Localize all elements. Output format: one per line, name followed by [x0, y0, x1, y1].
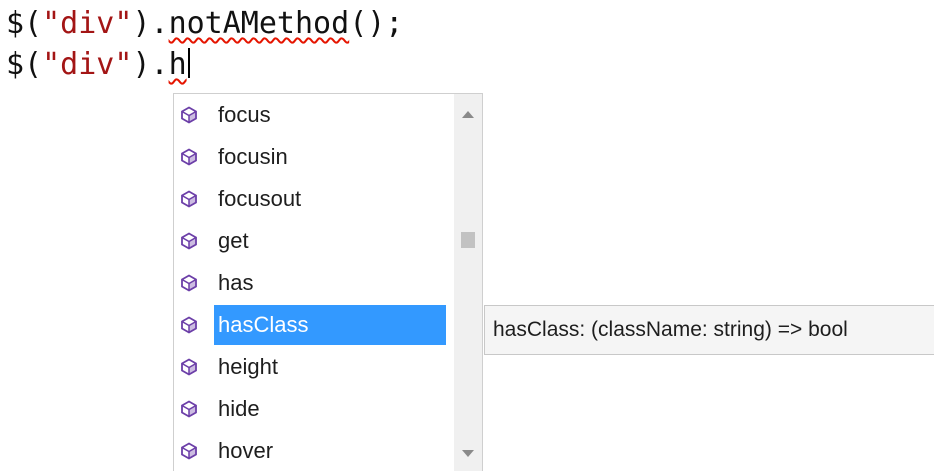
- completion-list[interactable]: focus focusin focusout get has hasClass height…: [173, 93, 483, 471]
- code-token-dot: ).: [132, 6, 169, 41]
- method-cube-icon: [178, 146, 200, 168]
- code-editor[interactable]: $("div").notAMethod(); $("div").h focus f…: [0, 0, 934, 471]
- method-cube-icon: [178, 104, 200, 126]
- completion-item-focus[interactable]: focus: [174, 94, 454, 136]
- code-token-call: ();: [349, 6, 404, 41]
- method-cube-icon: [178, 230, 200, 252]
- code-token-error-method: notAMethod: [168, 6, 350, 41]
- code-token-typed: h: [168, 47, 187, 82]
- scroll-down-button[interactable]: [454, 440, 482, 468]
- completion-scrollbar[interactable]: [454, 94, 482, 471]
- completion-item-label: hasClass: [214, 305, 446, 345]
- completion-item-has[interactable]: has: [174, 262, 454, 304]
- completion-item-focusout[interactable]: focusout: [174, 178, 454, 220]
- chevron-up-icon: [462, 111, 474, 118]
- completion-item-label: has: [218, 270, 254, 295]
- completion-item-height[interactable]: height: [174, 346, 454, 388]
- method-cube-icon: [178, 314, 200, 336]
- text-caret: [187, 48, 190, 78]
- completion-item-label: focusin: [218, 144, 288, 169]
- code-token-dot: ).: [132, 47, 169, 82]
- completion-item-get[interactable]: get: [174, 220, 454, 262]
- completion-item-label: focus: [218, 102, 271, 127]
- completion-item-label: height: [218, 354, 278, 379]
- code-token-dollar: $(: [6, 6, 43, 41]
- completion-item-label: hide: [218, 396, 260, 421]
- code-line-2[interactable]: $("div").h: [6, 47, 190, 83]
- completion-item-hasclass[interactable]: hasClass: [174, 304, 454, 346]
- method-cube-icon: [178, 188, 200, 210]
- chevron-down-icon: [462, 450, 474, 457]
- scrollbar-thumb[interactable]: [461, 232, 475, 248]
- completion-items: focus focusin focusout get has hasClass height…: [174, 94, 454, 471]
- completion-item-label: focusout: [218, 186, 302, 211]
- code-token-dollar: $(: [6, 47, 43, 82]
- scroll-up-button[interactable]: [454, 100, 482, 128]
- method-cube-icon: [178, 440, 200, 462]
- code-token-string: "div": [42, 47, 133, 82]
- method-cube-icon: [178, 398, 200, 420]
- method-cube-icon: [178, 272, 200, 294]
- completion-item-hover[interactable]: hover: [174, 430, 454, 471]
- completion-item-hide[interactable]: hide: [174, 388, 454, 430]
- method-cube-icon: [178, 356, 200, 378]
- completion-item-focusin[interactable]: focusin: [174, 136, 454, 178]
- code-token-string: "div": [42, 6, 133, 41]
- completion-item-label: get: [218, 228, 249, 253]
- code-line-1[interactable]: $("div").notAMethod();: [6, 6, 403, 42]
- completion-item-label: hover: [218, 438, 274, 463]
- signature-tooltip: hasClass: (className: string) => bool: [484, 305, 934, 355]
